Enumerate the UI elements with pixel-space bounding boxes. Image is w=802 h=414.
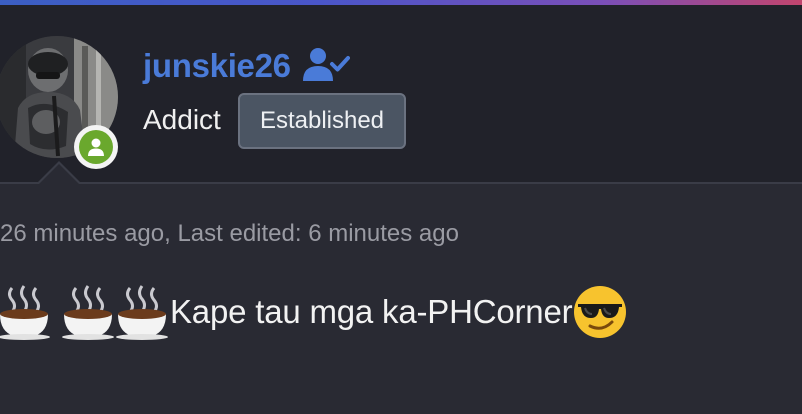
online-status-badge: [74, 125, 118, 169]
user-icon: [79, 130, 113, 164]
smiling-face-with-sunglasses-emoji: [572, 284, 628, 340]
header-divider: [0, 182, 802, 184]
post-body: Kape tau mga ka-PHCorner: [0, 282, 628, 342]
hot-beverage-emoji: [112, 284, 170, 340]
hot-beverage-emoji: [0, 284, 52, 340]
user-check-icon: [303, 48, 350, 81]
post-timestamp[interactable]: 26 minutes ago, Last edited: 6 minutes a…: [0, 216, 459, 252]
user-title: Addict: [143, 104, 221, 135]
forum-post: junskie26 Addict Established 26 minutes …: [0, 0, 802, 414]
post-text: Kape tau mga ka-PHCorner: [170, 293, 573, 330]
hot-beverage-emoji: [58, 284, 116, 340]
rank-badge: Established: [238, 93, 406, 149]
header-pointer-fill: [38, 164, 80, 185]
username-link[interactable]: junskie26: [143, 44, 291, 88]
